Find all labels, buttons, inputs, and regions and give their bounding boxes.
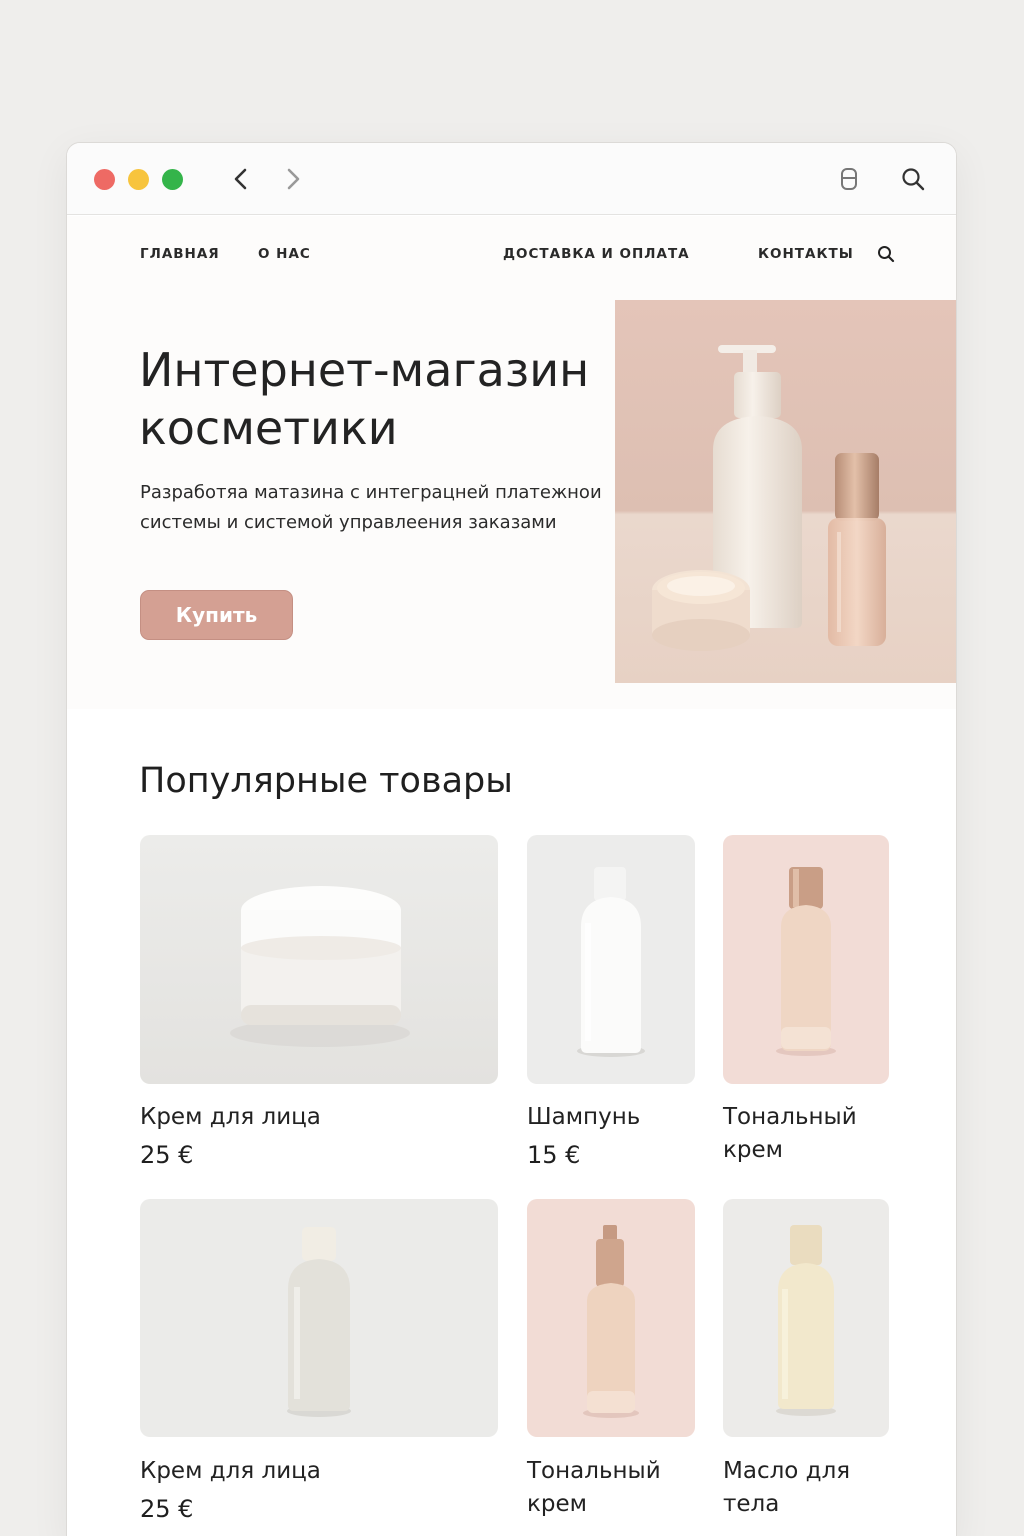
nav-link-home[interactable]: ГЛАВНАЯ — [140, 246, 220, 262]
maximize-window-button[interactable] — [162, 169, 183, 190]
product-price: 25 € — [140, 1495, 194, 1523]
product-price: 15 € — [527, 1141, 581, 1169]
product-card[interactable]: Крем для лица 25 € — [140, 835, 498, 1175]
chevron-left-icon[interactable] — [227, 165, 255, 193]
product-card[interactable]: Тональный крем — [527, 1199, 695, 1536]
nav-link-delivery[interactable]: ДОСТАВКА И ОПЛАТА — [503, 246, 690, 262]
hero-subtitle: Разработяа матазина с интеграцней платеж… — [140, 482, 602, 533]
product-image — [140, 1199, 498, 1437]
product-image — [723, 1199, 889, 1437]
product-card[interactable]: Шампунь 15 € — [527, 835, 695, 1175]
browser-window: ГЛАВНАЯ О НАС ДОСТАВКА И ОПЛАТА КОНТАКТЫ… — [66, 142, 957, 1536]
product-image — [527, 1199, 695, 1437]
product-card[interactable]: Масло для тела — [723, 1199, 889, 1536]
product-name: Масло для тела — [723, 1458, 851, 1517]
product-name: Крем для лица — [140, 1104, 321, 1130]
product-price: 25 € — [140, 1141, 194, 1169]
product-name: Крем для лица — [140, 1458, 321, 1484]
product-name: Тональный крем — [527, 1458, 661, 1517]
product-card[interactable]: Тональный крем — [723, 835, 889, 1175]
hero-title: Интернет-магазин косметики — [139, 343, 590, 455]
product-name: Тональный крем — [723, 1104, 857, 1163]
close-window-button[interactable] — [94, 169, 115, 190]
section-title: Популярные товары — [139, 761, 513, 801]
search-icon[interactable] — [876, 244, 896, 264]
product-name: Шампунь — [527, 1104, 641, 1130]
product-image — [527, 835, 695, 1084]
browser-toolbar — [67, 143, 956, 215]
search-icon[interactable] — [899, 165, 927, 193]
tabs-icon[interactable] — [835, 165, 863, 193]
web-page: ГЛАВНАЯ О НАС ДОСТАВКА И ОПЛАТА КОНТАКТЫ… — [67, 216, 956, 1536]
buy-button[interactable]: Купить — [140, 590, 293, 640]
product-card[interactable]: Крем для лица 25 € — [140, 1199, 498, 1536]
nav-link-about[interactable]: О НАС — [258, 246, 311, 262]
hero-product-image — [615, 300, 956, 683]
product-image — [723, 835, 889, 1084]
product-image — [140, 835, 498, 1084]
minimize-window-button[interactable] — [128, 169, 149, 190]
nav-link-contacts[interactable]: КОНТАКТЫ — [758, 246, 854, 262]
chevron-right-icon[interactable] — [279, 165, 307, 193]
